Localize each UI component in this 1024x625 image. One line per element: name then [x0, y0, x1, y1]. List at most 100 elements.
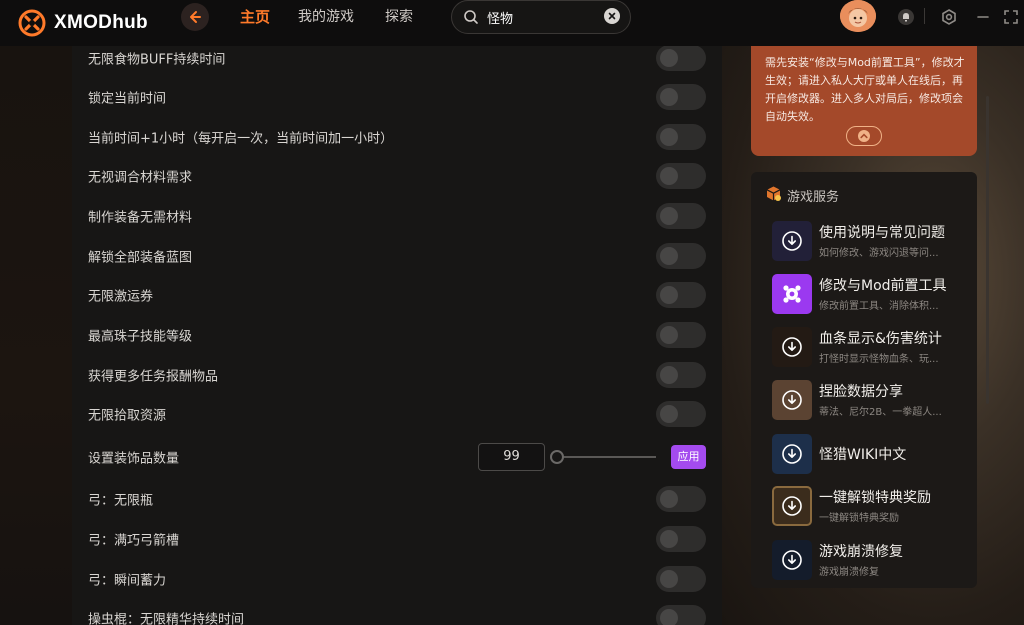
- setting-label: 无限激运券: [88, 289, 154, 305]
- cheat-settings-list: 无限食物BUFF持续时间 锁定当前时间 当前时间+1小时（每开启一次，当前时间加…: [72, 46, 722, 625]
- quantity-slider-track[interactable]: [558, 456, 656, 458]
- download-icon: [782, 444, 802, 464]
- toggle-switch[interactable]: [656, 243, 706, 269]
- setting-row: 锁定当前时间: [72, 77, 722, 117]
- service-thumbnail: [772, 540, 812, 580]
- service-thumbnail: [772, 327, 812, 367]
- close-icon: [608, 12, 616, 20]
- service-subtitle: 游戏崩溃修复: [819, 567, 879, 578]
- toggle-switch[interactable]: [656, 46, 706, 71]
- service-subtitle: 修改前置工具、消除体积...: [819, 301, 939, 312]
- toolbar-divider: [924, 8, 925, 24]
- service-subtitle: 打怪时显示怪物血条、玩...: [819, 354, 939, 365]
- setting-row-quantity: 设置装饰品数量 99 应用: [72, 437, 722, 477]
- mod-tool-icon: [783, 285, 801, 303]
- service-title: 怪猎WIKI中文: [819, 447, 907, 463]
- quantity-slider-thumb[interactable]: [550, 450, 564, 464]
- service-title: 血条显示&伤害统计: [819, 331, 942, 347]
- service-item-health-bar[interactable]: 血条显示&伤害统计 打怪时显示怪物血条、玩...: [772, 327, 972, 369]
- search-icon: [464, 10, 478, 24]
- setting-label: 制作装备无需材料: [88, 210, 193, 226]
- right-panel-scrollbar[interactable]: [986, 96, 989, 404]
- setting-label: 无限拾取资源: [88, 408, 167, 424]
- chevron-up-icon: [858, 130, 870, 142]
- toggle-switch[interactable]: [656, 401, 706, 427]
- setting-label: 弓：无限瓶: [88, 493, 154, 509]
- setting-row: 无限拾取资源: [72, 394, 722, 434]
- arrow-left-icon: [190, 11, 201, 23]
- service-thumbnail: [772, 221, 812, 261]
- setting-label: 无视调合材料需求: [88, 170, 193, 186]
- service-subtitle: 如何修改、游戏闪退等问...: [819, 248, 939, 259]
- search-input[interactable]: [487, 8, 597, 26]
- quantity-input[interactable]: 99: [478, 443, 545, 471]
- service-title: 使用说明与常见问题: [819, 225, 945, 241]
- toggle-switch[interactable]: [656, 322, 706, 348]
- setting-label: 最高珠子技能等级: [88, 329, 193, 345]
- game-services-panel: 游戏服务 使用说明与常见问题 如何修改、游戏闪退等问... 修改与Mod前置工具…: [751, 172, 977, 588]
- setting-label: 锁定当前时间: [88, 91, 167, 107]
- setting-row: 获得更多任务报酬物品: [72, 355, 722, 395]
- setting-row: 弓：无限瓶: [72, 479, 722, 519]
- setting-row: 解锁全部装备蓝图: [72, 236, 722, 276]
- setting-row: 当前时间+1小时（每开启一次，当前时间加一小时）: [72, 117, 722, 157]
- notice-card: 需先安装“修改与Mod前置工具”，修改才生效；请进入私人大厅或单人在线后，再开启…: [751, 46, 977, 156]
- setting-row: 无限激运券: [72, 275, 722, 315]
- service-title: 一键解锁特典奖励: [819, 490, 931, 506]
- toggle-switch[interactable]: [656, 605, 706, 625]
- toggle-switch[interactable]: [656, 566, 706, 592]
- service-thumbnail: [772, 380, 812, 420]
- tab-explore[interactable]: 探索: [385, 6, 413, 26]
- back-button[interactable]: [181, 3, 209, 31]
- service-item-unlock-rewards[interactable]: 一键解锁特典奖励 一键解锁特典奖励: [772, 486, 972, 528]
- tab-my-games[interactable]: 我的游戏: [298, 6, 354, 26]
- setting-label: 操虫棍：无限精华持续时间: [88, 612, 245, 625]
- services-title: 游戏服务: [787, 190, 840, 205]
- service-thumbnail: [772, 434, 812, 474]
- toggle-switch[interactable]: [656, 362, 706, 388]
- logo-text: XMODhub: [54, 12, 148, 33]
- setting-row: 弓：满巧弓箭槽: [72, 519, 722, 559]
- avatar[interactable]: [840, 0, 876, 32]
- service-item-face-share[interactable]: 捏脸数据分享 蒂法、尼尔2B、一拳超人...: [772, 380, 972, 422]
- service-title: 修改与Mod前置工具: [819, 278, 947, 294]
- setting-row: 无限食物BUFF持续时间: [72, 46, 722, 78]
- setting-label: 无限食物BUFF持续时间: [88, 52, 226, 68]
- collapse-button[interactable]: [846, 126, 882, 146]
- app-logo[interactable]: XMODhub: [18, 9, 148, 37]
- setting-label: 弓：瞬间蓄力: [88, 573, 167, 589]
- settings-icon[interactable]: [940, 8, 958, 26]
- setting-row: 制作装备无需材料: [72, 196, 722, 236]
- service-title: 游戏崩溃修复: [819, 544, 903, 560]
- notification-icon[interactable]: [897, 8, 915, 26]
- service-item-crash-fix[interactable]: 游戏崩溃修复 游戏崩溃修复: [772, 540, 972, 582]
- clear-search-button[interactable]: [604, 8, 620, 24]
- minimize-icon[interactable]: [974, 8, 992, 26]
- toggle-switch[interactable]: [656, 163, 706, 189]
- toggle-switch[interactable]: [656, 526, 706, 552]
- apply-button[interactable]: 应用: [671, 445, 706, 469]
- notice-text: 需先安装“修改与Mod前置工具”，修改才生效；请进入私人大厅或单人在线后，再开启…: [765, 56, 965, 123]
- setting-row: 最高珠子技能等级: [72, 315, 722, 355]
- tab-home[interactable]: 主页: [240, 6, 270, 27]
- background-left: [0, 46, 72, 625]
- search-box: [451, 0, 631, 34]
- setting-label: 设置装饰品数量: [88, 451, 180, 467]
- setting-label: 当前时间+1小时（每开启一次，当前时间加一小时）: [88, 131, 394, 147]
- service-item-wiki[interactable]: 怪猎WIKI中文: [772, 434, 972, 476]
- setting-row: 操虫棍：无限精华持续时间: [72, 598, 722, 625]
- setting-row: 弓：瞬间蓄力: [72, 559, 722, 599]
- service-item-guide[interactable]: 使用说明与常见问题 如何修改、游戏闪退等问...: [772, 221, 972, 263]
- service-subtitle: 一键解锁特典奖励: [819, 513, 899, 524]
- fullscreen-icon[interactable]: [1002, 8, 1020, 26]
- top-bar: XMODhub 主页 我的游戏 探索: [0, 0, 1024, 46]
- avatar-icon: [840, 0, 876, 32]
- setting-label: 解锁全部装备蓝图: [88, 250, 193, 266]
- toggle-switch[interactable]: [656, 203, 706, 229]
- toggle-switch[interactable]: [656, 486, 706, 512]
- toggle-switch[interactable]: [656, 124, 706, 150]
- toggle-switch[interactable]: [656, 282, 706, 308]
- service-item-mod-tool[interactable]: 修改与Mod前置工具 修改前置工具、消除体积...: [772, 274, 972, 316]
- toggle-switch[interactable]: [656, 84, 706, 110]
- service-thumbnail: [772, 274, 812, 314]
